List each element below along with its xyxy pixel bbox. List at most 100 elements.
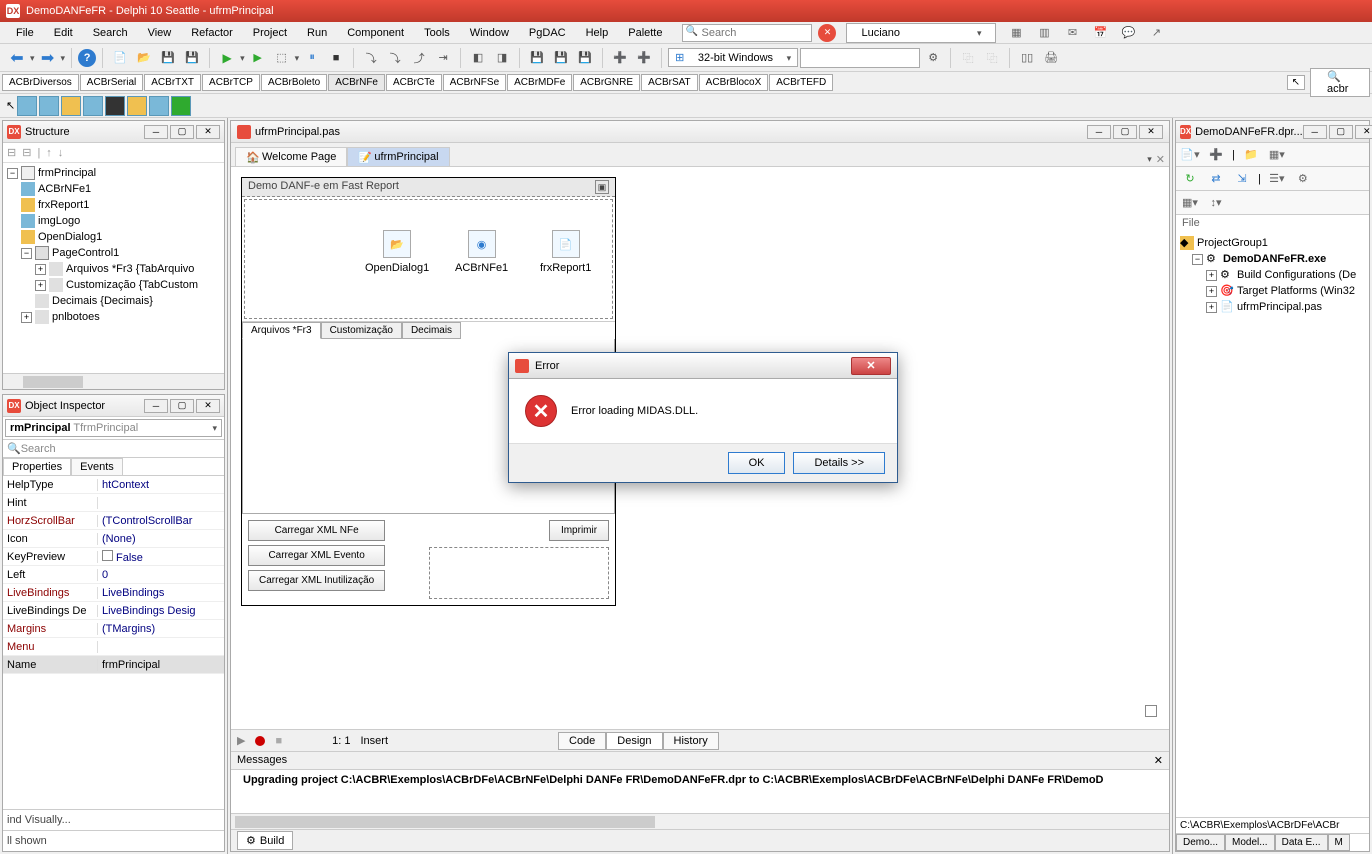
ctab-serial[interactable]: ACBrSerial [80,74,143,91]
view-history-tab[interactable]: History [663,732,719,750]
open-button[interactable]: 📂 [133,47,155,69]
proj-tab-data[interactable]: Data E... [1275,834,1328,851]
ctab-tefd[interactable]: ACBrTEFD [769,74,833,91]
palette-component-5[interactable] [105,96,125,116]
search-close-icon[interactable]: ✕ [818,24,836,42]
menu-palette[interactable]: Palette [618,25,672,41]
pagetab-custom[interactable]: Customização [321,322,402,339]
tree-item[interactable]: +Customização {TabCustom [7,277,220,293]
target-platforms[interactable]: +🎯Target Platforms (Win32 [1180,283,1365,299]
details-button[interactable]: Details >> [793,452,885,474]
close-button[interactable]: ✕ [196,399,220,413]
close-button[interactable]: ✕ [1355,125,1372,139]
folder-icon[interactable]: 📁 [1241,146,1261,164]
ctab-txt[interactable]: ACBrTXT [144,74,201,91]
property-value[interactable]: (None) [98,533,224,545]
maximize-button[interactable]: ▢ [170,399,194,413]
view-design-tab[interactable]: Design [606,732,662,750]
tb-add2[interactable]: ➕ [633,47,655,69]
play-icon[interactable]: ▶ [237,734,245,747]
palette-component-2[interactable] [39,96,59,116]
tb-align-icon[interactable]: ▯▯ [1016,47,1038,69]
tb-add1[interactable]: ➕ [609,47,631,69]
layout2-icon[interactable]: ▥ [1034,24,1054,42]
property-value[interactable]: 0 [98,569,224,581]
sort-icon[interactable]: ↕▾ [1206,194,1226,212]
oi-search[interactable]: 🔍 Search [3,440,224,458]
maximize-button[interactable]: ▢ [170,125,194,139]
menu-refactor[interactable]: Refactor [181,25,243,41]
tb-copy-icon[interactable]: ⿻ [957,47,979,69]
comp-cursor-icon[interactable]: ↖ [6,99,15,112]
nav-forward-button[interactable]: ➡ [37,47,59,69]
palette-cursor-button[interactable]: ↖ [1287,75,1305,90]
tree-item[interactable]: imgLogo [7,213,220,229]
oi-tab-events[interactable]: Events [71,458,123,475]
step-into-button[interactable]: ⤵ [384,47,406,69]
step-out-button[interactable]: ⤴ [408,47,430,69]
nav-back-button[interactable]: ⬅ [6,47,28,69]
tree-item[interactable]: OpenDialog1 [7,229,220,245]
minimize-button[interactable]: ─ [1303,125,1327,139]
tb-save1[interactable]: 💾 [526,47,548,69]
tb-save2[interactable]: 💾 [550,47,572,69]
tab-ufrmprincipal[interactable]: 📝ufrmPrincipal [347,147,449,166]
property-row[interactable]: LiveBindings DeLiveBindings Desig [3,602,224,620]
tree-item[interactable]: +pnlbotoes [7,309,220,325]
close-button[interactable]: ✕ [196,125,220,139]
stop-icon[interactable]: ■ [275,735,282,747]
feedback-icon[interactable]: 💬 [1118,24,1138,42]
menu-file[interactable]: File [6,25,44,41]
property-row[interactable]: Hint [3,494,224,512]
menu-help[interactable]: Help [576,25,619,41]
oi-component-combo[interactable]: rmPrincipal TfrmPrincipal [5,419,222,437]
saveall-button[interactable]: 💾 [181,47,203,69]
btn-carregar-nfe[interactable]: Carregar XML NFe [248,520,385,541]
ctab-tcp[interactable]: ACBrTCP [202,74,260,91]
proj-tab-model[interactable]: Model... [1225,834,1275,851]
menu-run[interactable]: Run [297,25,337,41]
user-combo[interactable]: Luciano [846,23,996,43]
tree-expand-icon[interactable]: ⊟ [7,146,16,159]
ctab-cte[interactable]: ACBrCTe [386,74,442,91]
pagetab-decimais[interactable]: Decimais [402,322,461,339]
build-config[interactable]: +⚙Build Configurations (De [1180,267,1365,283]
calendar-icon[interactable]: 📅 [1090,24,1110,42]
messages-scrollbar[interactable] [231,813,1169,829]
property-row[interactable]: KeyPreviewFalse [3,548,224,566]
palette-component-8[interactable] [171,96,191,116]
run-button[interactable]: ▶ [216,47,238,69]
component-opendialog[interactable]: 📂OpenDialog1 [365,230,429,274]
property-value[interactable]: frmPrincipal [98,659,224,671]
minimize-button[interactable]: ─ [1087,125,1111,139]
palette-component-1[interactable] [17,96,37,116]
platform-combo[interactable]: ⊞ 32-bit Windows [668,48,798,67]
property-row[interactable]: HorzScrollBar(TControlScrollBar [3,512,224,530]
tab-welcome[interactable]: 🏠Welcome Page [235,147,347,166]
menu-project[interactable]: Project [243,25,297,41]
palette-component-4[interactable] [83,96,103,116]
pagetab-arquivos[interactable]: Arquivos *Fr3 [242,322,321,339]
tree-item[interactable]: ACBrNFe1 [7,181,220,197]
view-code-tab[interactable]: Code [558,732,606,750]
ide-search-input[interactable] [682,24,812,42]
tb-icon-2[interactable]: ◨ [491,47,513,69]
new-project-icon[interactable]: 📄▾ [1180,146,1200,164]
refresh-icon[interactable]: ↻ [1180,170,1200,188]
down-icon[interactable]: ↓ [58,147,64,159]
property-value[interactable]: htContext [98,479,224,491]
ctab-nfe[interactable]: ACBrNFe [328,74,385,91]
tb-print-icon[interactable]: 🖨 [1040,47,1062,69]
tb-icon-1[interactable]: ◧ [467,47,489,69]
run-dropdown-icon[interactable] [240,52,245,64]
component-frxreport[interactable]: 📄frxReport1 [540,230,591,274]
palette-component-6[interactable] [127,96,147,116]
ctab-mdfe[interactable]: ACBrMDFe [507,74,572,91]
property-value[interactable]: (TControlScrollBar [98,515,224,527]
new-button[interactable]: 📄 [109,47,131,69]
tree-item[interactable]: frxReport1 [7,197,220,213]
proj-tab-m[interactable]: M [1328,834,1350,851]
add-project-icon[interactable]: ➕ [1206,146,1226,164]
tab-dropdown-icon[interactable] [1147,153,1152,166]
project-exe[interactable]: −⚙DemoDANFeFR.exe [1180,251,1365,267]
